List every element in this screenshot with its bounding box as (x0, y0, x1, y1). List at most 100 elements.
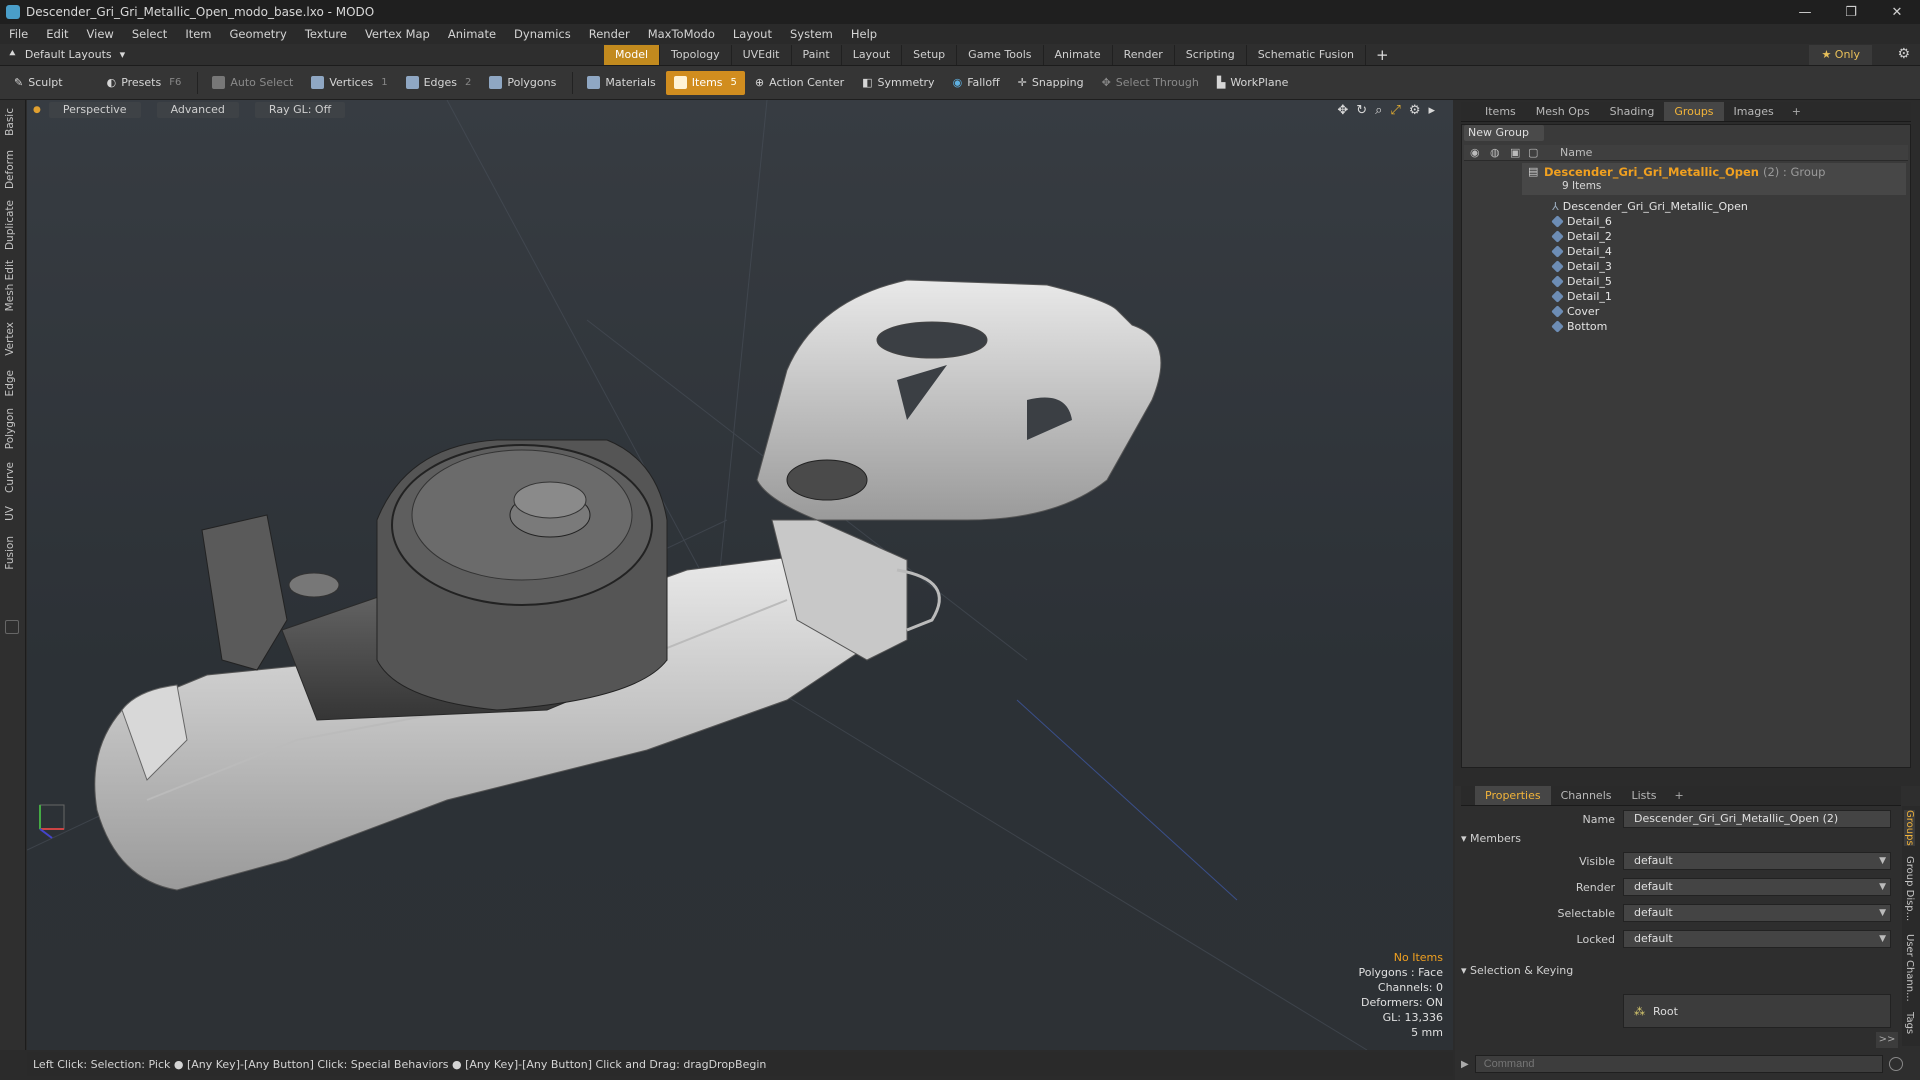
menu-render[interactable]: Render (580, 27, 639, 41)
menu-view[interactable]: View (78, 27, 123, 41)
lock-icon[interactable]: ▣ (1510, 146, 1520, 159)
sculpt-button[interactable]: ✎ Sculpt (6, 71, 71, 95)
3d-viewport[interactable]: ● Perspective Advanced Ray GL: Off ✥ ↻ ⌕… (27, 100, 1453, 1050)
tab-mesh-ops[interactable]: Mesh Ops (1526, 102, 1600, 121)
tab-fusion[interactable]: Fusion (4, 536, 22, 570)
vertices-button[interactable]: Vertices 1 (303, 71, 395, 95)
selectable-select[interactable]: default ▼ (1623, 904, 1891, 922)
viewport-settings-icon[interactable]: ⚙ (1409, 103, 1421, 118)
render-select[interactable]: default ▼ (1623, 878, 1891, 896)
pan-icon[interactable]: ✥ (1337, 103, 1348, 118)
tab-polygon[interactable]: Polygon (4, 408, 22, 449)
stop-icon[interactable] (1888, 1057, 1903, 1071)
tab-uv[interactable]: UV (4, 506, 22, 521)
raygl-button[interactable]: Ray GL: Off (254, 102, 346, 118)
side-tab-user-channels[interactable]: User Chann... (1904, 934, 1915, 1002)
perspective-button[interactable]: Perspective (48, 102, 141, 118)
root-button[interactable]: ⁂ Root (1623, 994, 1891, 1028)
command-history-icon[interactable]: ▶ (1461, 1059, 1469, 1070)
add-props-tab-icon[interactable]: + (1666, 786, 1691, 805)
close-button[interactable]: ✕ (1874, 0, 1920, 24)
menu-maxtomodo[interactable]: MaxToModo (639, 27, 724, 41)
menu-vertex-map[interactable]: Vertex Map (356, 27, 439, 41)
tab-mesh-edit[interactable]: Mesh Edit (4, 260, 22, 311)
menu-select[interactable]: Select (123, 27, 176, 41)
render-icon[interactable]: ◍ (1490, 146, 1500, 159)
tab-layout[interactable]: Layout (842, 45, 903, 65)
rotate-icon[interactable]: ↻ (1356, 103, 1367, 118)
tab-duplicate[interactable]: Duplicate (4, 200, 22, 250)
tab-lists[interactable]: Lists (1622, 786, 1667, 805)
menu-system[interactable]: System (781, 27, 842, 41)
tab-uvedit[interactable]: UVEdit (732, 45, 792, 65)
polygons-button[interactable]: Polygons (481, 71, 564, 95)
layout-selector[interactable]: ⯅ Default Layouts ▾ (8, 47, 125, 61)
add-tab-icon[interactable]: + (1366, 45, 1399, 65)
fit-icon[interactable]: ⤢ (1390, 103, 1400, 118)
menu-animate[interactable]: Animate (439, 27, 505, 41)
zoom-icon[interactable]: ⌕ (1375, 103, 1382, 118)
menu-layout[interactable]: Layout (724, 27, 781, 41)
add-panel-tab-icon[interactable]: + (1784, 102, 1809, 121)
group-row-parent[interactable]: ▤ Descender_Gri_Gri_Metallic_Open (2) : … (1522, 163, 1906, 195)
side-tab-groups[interactable]: Groups (1904, 810, 1915, 846)
materials-button[interactable]: Materials (579, 71, 663, 95)
maximize-button[interactable]: ❐ (1828, 0, 1874, 24)
side-tab-tags[interactable]: Tags (1904, 1012, 1915, 1034)
new-group-button[interactable]: New Group (1464, 125, 1544, 141)
tab-curve[interactable]: Curve (4, 462, 22, 493)
tab-images[interactable]: Images (1724, 102, 1784, 121)
menu-texture[interactable]: Texture (296, 27, 356, 41)
tab-deform[interactable]: Deform (4, 150, 22, 189)
select-through-button[interactable]: ✥ Select Through (1094, 71, 1207, 95)
list-item[interactable]: Bottom (1551, 317, 1607, 335)
snapping-button[interactable]: ✛ Snapping (1010, 71, 1092, 95)
menu-help[interactable]: Help (842, 27, 886, 41)
selection-keying-section[interactable]: ▾ Selection & Keying (1461, 964, 1573, 977)
menu-edit[interactable]: Edit (37, 27, 77, 41)
edges-button[interactable]: Edges 2 (398, 71, 480, 95)
workplane-button[interactable]: ▙ WorkPlane (1209, 71, 1297, 95)
tab-basic[interactable]: Basic (4, 108, 22, 136)
tab-properties[interactable]: Properties (1475, 786, 1551, 805)
tab-schematic-fusion[interactable]: Schematic Fusion (1247, 45, 1367, 65)
presets-button[interactable]: ◐ Presets F6 (99, 71, 190, 95)
tab-setup[interactable]: Setup (902, 45, 958, 65)
visible-select[interactable]: default ▼ (1623, 852, 1891, 870)
tab-animate[interactable]: Animate (1044, 45, 1113, 65)
name-column-header[interactable]: Name (1560, 146, 1592, 159)
tab-items[interactable]: Items (1475, 102, 1526, 121)
tab-vertex[interactable]: Vertex (4, 322, 22, 356)
viewport-expand-icon[interactable]: ▸ (1428, 103, 1435, 118)
locked-select[interactable]: default ▼ (1623, 930, 1891, 948)
tab-channels[interactable]: Channels (1551, 786, 1622, 805)
eye-icon[interactable]: ◉ (1470, 146, 1480, 159)
tab-edge[interactable]: Edge (4, 370, 22, 396)
tab-game-tools[interactable]: Game Tools (957, 45, 1044, 65)
tab-topology[interactable]: Topology (660, 45, 732, 65)
tab-model[interactable]: Model (604, 45, 661, 65)
menu-item[interactable]: Item (176, 27, 220, 41)
viewport-menu-icon[interactable]: ● (33, 105, 41, 115)
command-input[interactable] (1474, 1055, 1883, 1073)
symmetry-button[interactable]: ◧ Symmetry (854, 71, 942, 95)
minimize-button[interactable]: — (1782, 0, 1828, 24)
action-center-button[interactable]: ⊕ Action Center (747, 71, 852, 95)
side-tab-group-display[interactable]: Group Disp... (1904, 856, 1915, 921)
more-button[interactable]: >> (1876, 1032, 1898, 1048)
select-icon[interactable]: ▢ (1528, 146, 1538, 159)
advanced-button[interactable]: Advanced (156, 102, 239, 118)
menu-dynamics[interactable]: Dynamics (505, 27, 580, 41)
tab-groups[interactable]: Groups (1664, 102, 1724, 121)
items-button[interactable]: Items 5 (665, 70, 745, 95)
auto-select-button[interactable]: Auto Select (204, 71, 301, 95)
tab-scripting[interactable]: Scripting (1175, 45, 1247, 65)
menu-geometry[interactable]: Geometry (221, 27, 296, 41)
menu-file[interactable]: File (0, 27, 37, 41)
panel-toggle-icon[interactable] (5, 620, 19, 634)
members-section[interactable]: ▾ Members (1461, 832, 1521, 845)
tab-shading[interactable]: Shading (1600, 102, 1665, 121)
name-field[interactable]: Descender_Gri_Gri_Metallic_Open (2) (1623, 810, 1891, 828)
tab-render[interactable]: Render (1113, 45, 1175, 65)
falloff-button[interactable]: ◉ Falloff (945, 71, 1008, 95)
